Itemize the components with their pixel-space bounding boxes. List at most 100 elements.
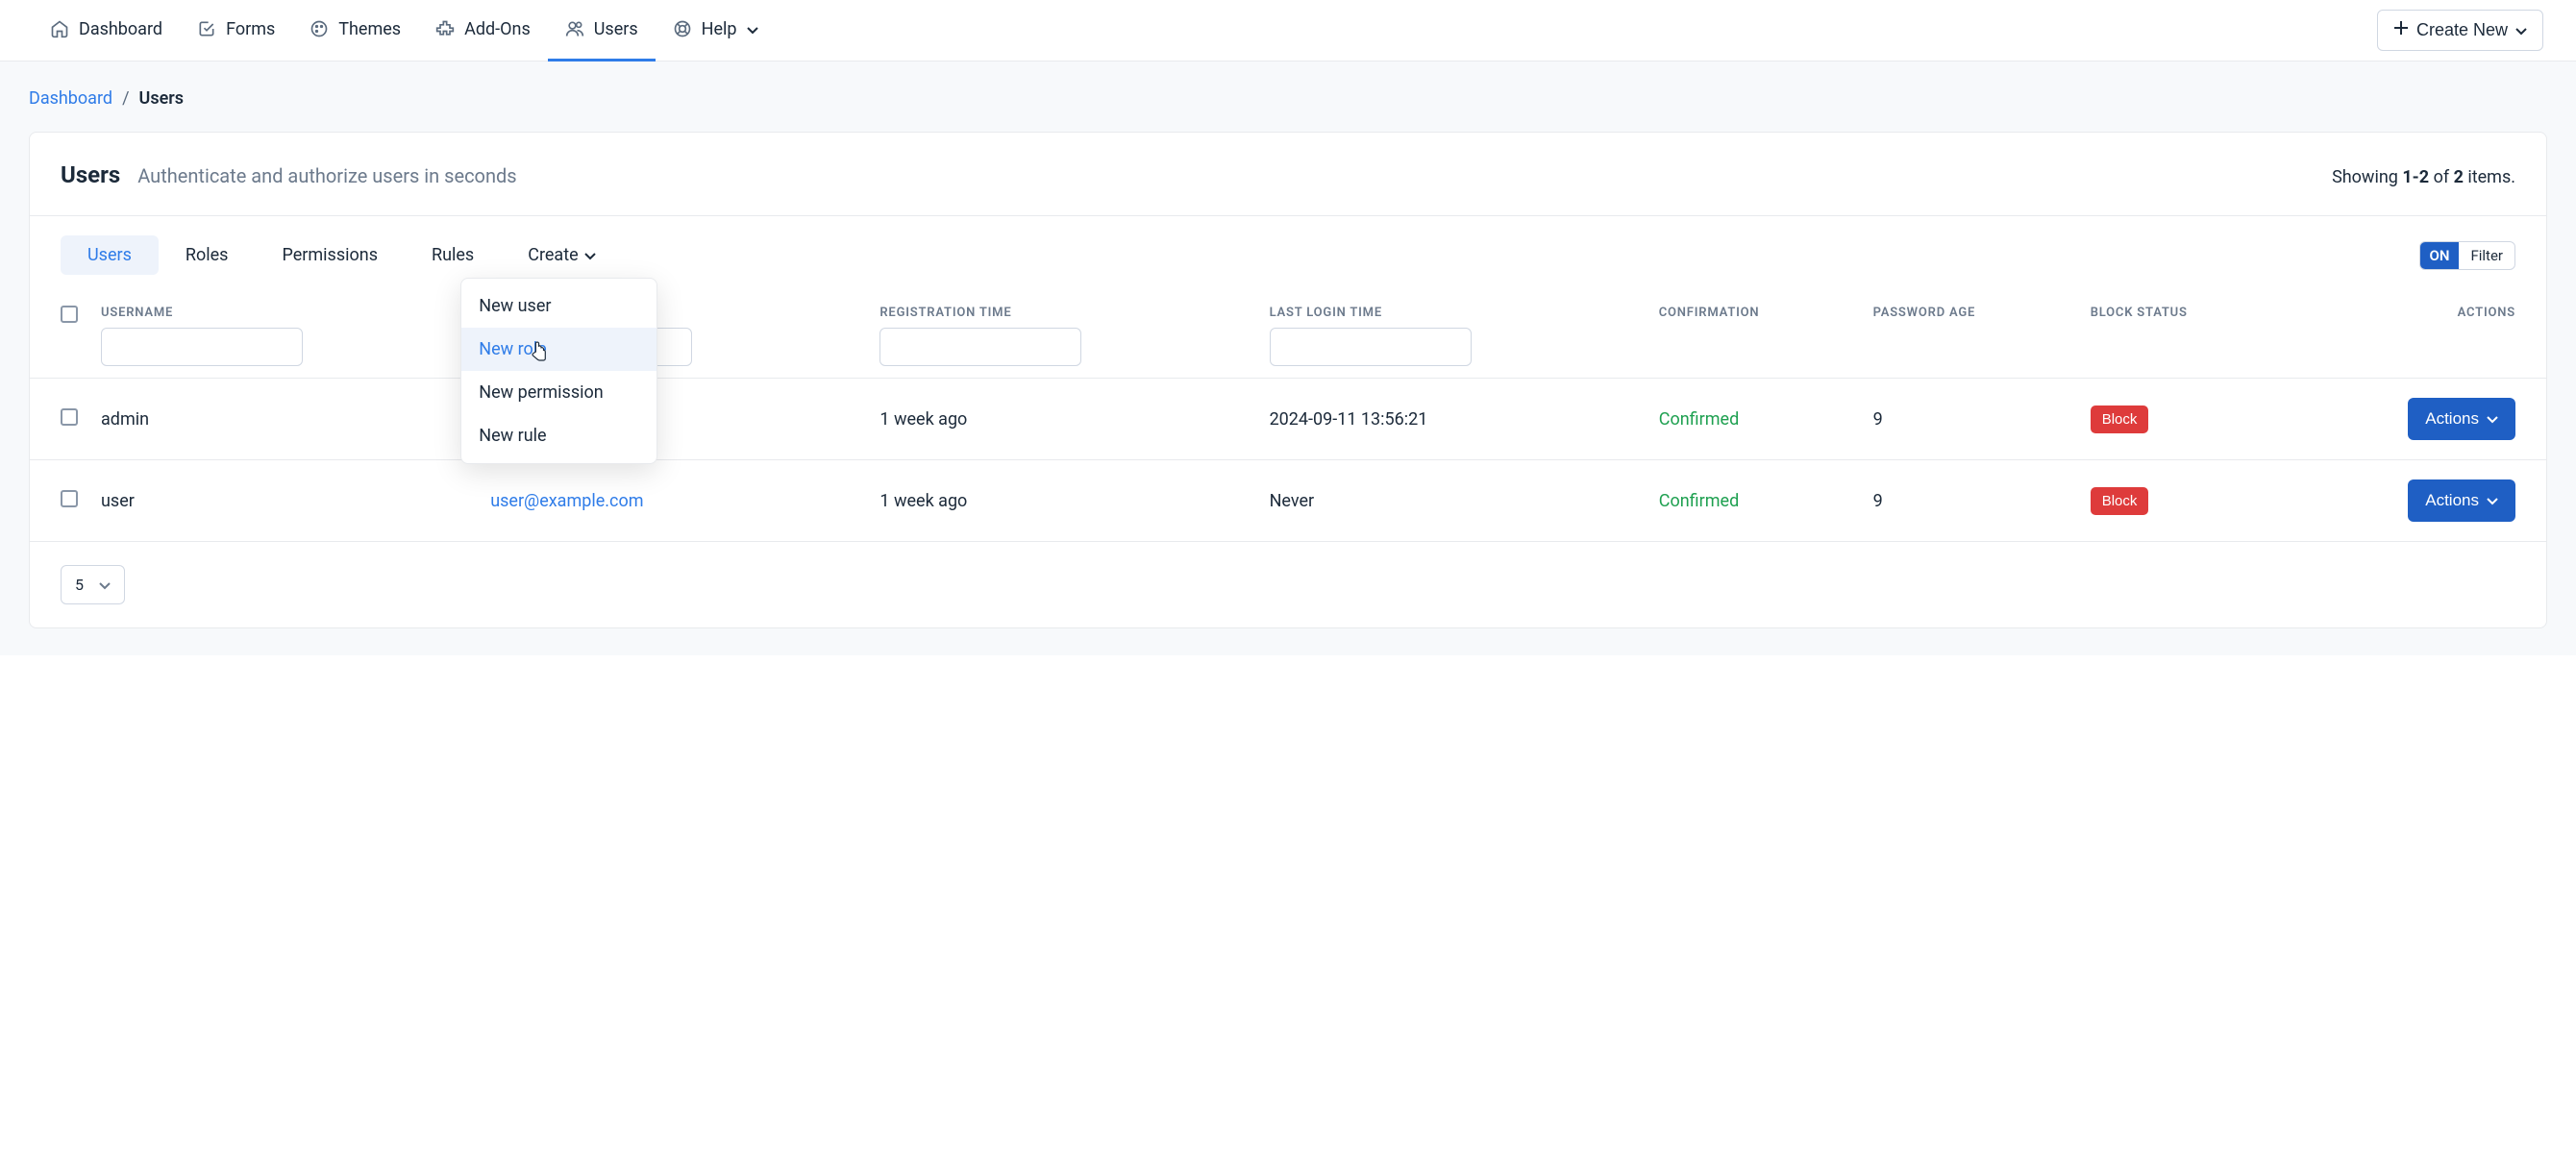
nav-label: Help <box>702 19 737 39</box>
col-last-login: LAST LOGIN TIME <box>1270 306 1636 320</box>
check-square-icon <box>197 19 216 38</box>
actions-button[interactable]: Actions <box>2408 398 2515 440</box>
tab-create[interactable]: Create New user New role New permission … <box>501 235 622 275</box>
nav-item-help[interactable]: Help <box>656 0 776 61</box>
plus-icon <box>2393 20 2409 40</box>
row-checkbox[interactable] <box>61 408 78 426</box>
menu-label: New user <box>479 296 551 316</box>
filter-lastlogin-input[interactable] <box>1270 328 1472 366</box>
nav-item-forms[interactable]: Forms <box>180 0 292 61</box>
menu-label: New permission <box>479 382 603 403</box>
chevron-down-icon <box>2515 20 2527 40</box>
nav-item-themes[interactable]: Themes <box>292 0 418 61</box>
cell-last-login: Never <box>1258 460 1647 542</box>
count-suffix: items. <box>2464 167 2515 187</box>
tab-label: Permissions <box>282 245 378 265</box>
tab-permissions[interactable]: Permissions <box>255 235 405 275</box>
panel-header: Users Authenticate and authorize users i… <box>30 133 2546 216</box>
breadcrumb-separator: / <box>122 88 129 109</box>
menu-new-role[interactable]: New role <box>461 328 656 371</box>
table-row: admin admin@example.com 1 week ago 2024-… <box>30 379 2546 460</box>
tab-label: Users <box>87 245 132 265</box>
cell-registration: 1 week ago <box>868 379 1257 460</box>
tab-roles[interactable]: Roles <box>159 235 256 275</box>
menu-new-user[interactable]: New user <box>461 284 656 328</box>
top-nav: Dashboard Forms Themes Add-Ons Users <box>0 0 2576 61</box>
chevron-down-icon <box>584 245 596 265</box>
col-username: USERNAME <box>101 306 467 320</box>
col-actions: ACTIONS <box>2298 306 2515 320</box>
chevron-down-icon <box>2487 491 2498 510</box>
count-mid: of <box>2429 167 2453 187</box>
filter-text-label: Filter <box>2459 242 2514 269</box>
tab-label: Roles <box>186 245 229 265</box>
cell-username: admin <box>89 379 479 460</box>
cell-email-link[interactable]: user@example.com <box>490 491 643 511</box>
tab-label: Create <box>528 245 578 265</box>
cell-password-age: 9 <box>1862 379 2079 460</box>
tab-label: Rules <box>432 245 474 265</box>
palette-icon <box>310 19 329 38</box>
filter-registration-input[interactable] <box>879 328 1081 366</box>
cell-confirmation: Confirmed <box>1647 379 1862 460</box>
breadcrumb-root[interactable]: Dashboard <box>29 88 112 109</box>
tab-users[interactable]: Users <box>61 235 159 275</box>
nav-item-addons[interactable]: Add-Ons <box>418 0 548 61</box>
menu-label: New role <box>479 339 547 359</box>
col-block-status: BLOCK STATUS <box>2091 306 2276 320</box>
home-icon <box>50 19 69 38</box>
block-label: Block <box>2102 493 2138 509</box>
block-button[interactable]: Block <box>2091 487 2149 515</box>
tab-rules[interactable]: Rules <box>405 235 501 275</box>
actions-label: Actions <box>2425 409 2479 429</box>
filter-toggle[interactable]: ON Filter <box>2419 241 2516 270</box>
puzzle-icon <box>435 19 455 38</box>
chevron-down-icon <box>747 19 758 39</box>
col-registration: REGISTRATION TIME <box>879 306 1246 320</box>
filter-username-input[interactable] <box>101 328 303 366</box>
nav-items: Dashboard Forms Themes Add-Ons Users <box>33 0 2377 61</box>
page-subtitle: Authenticate and authorize users in seco… <box>137 164 516 187</box>
actions-button[interactable]: Actions <box>2408 479 2515 522</box>
page-size-value: 5 <box>75 576 84 594</box>
count-total: 2 <box>2454 167 2464 187</box>
col-password-age: PASSWORD AGE <box>1873 306 2068 320</box>
users-panel: Users Authenticate and authorize users i… <box>29 132 2547 628</box>
nav-item-users[interactable]: Users <box>548 0 656 61</box>
main-area: Dashboard / Users Users Authenticate and… <box>0 61 2576 655</box>
page-title: Users <box>61 161 120 188</box>
create-new-button[interactable]: Create New <box>2377 10 2543 51</box>
pager: 5 <box>30 541 2546 627</box>
block-button[interactable]: Block <box>2091 405 2149 433</box>
row-checkbox[interactable] <box>61 490 78 507</box>
nav-label: Forms <box>226 19 275 39</box>
chevron-down-icon <box>2487 409 2498 429</box>
cell-password-age: 9 <box>1862 460 2079 542</box>
count-prefix: Showing <box>2332 167 2402 187</box>
cell-username: user <box>89 460 479 542</box>
table-row: user user@example.com 1 week ago Never C… <box>30 460 2546 542</box>
col-confirmation: CONFIRMATION <box>1659 306 1850 320</box>
menu-new-permission[interactable]: New permission <box>461 371 656 414</box>
nav-label: Themes <box>338 19 401 39</box>
nav-label: Users <box>594 19 638 39</box>
count-range: 1-2 <box>2402 167 2429 187</box>
tab-toolbar: Users Roles Permissions Rules Create New… <box>30 216 2546 294</box>
nav-label: Add-Ons <box>464 19 531 39</box>
users-table: USERNAME EMAIL REGISTRATION TIME LAST LO… <box>30 294 2546 541</box>
cell-confirmation: Confirmed <box>1647 460 1862 542</box>
create-new-label: Create New <box>2416 20 2508 40</box>
create-dropdown: New user New role New permission New rul… <box>460 278 657 464</box>
cell-last-login: 2024-09-11 13:56:21 <box>1258 379 1647 460</box>
page-size-select[interactable]: 5 <box>61 565 125 604</box>
actions-label: Actions <box>2425 491 2479 510</box>
chevron-down-icon <box>99 576 111 594</box>
users-icon <box>565 19 584 38</box>
menu-label: New rule <box>479 426 546 446</box>
nav-item-dashboard[interactable]: Dashboard <box>33 0 180 61</box>
breadcrumb: Dashboard / Users <box>29 88 2547 109</box>
nav-label: Dashboard <box>79 19 162 39</box>
menu-new-rule[interactable]: New rule <box>461 414 656 457</box>
select-all-checkbox[interactable] <box>61 306 78 323</box>
breadcrumb-current: Users <box>139 88 185 109</box>
